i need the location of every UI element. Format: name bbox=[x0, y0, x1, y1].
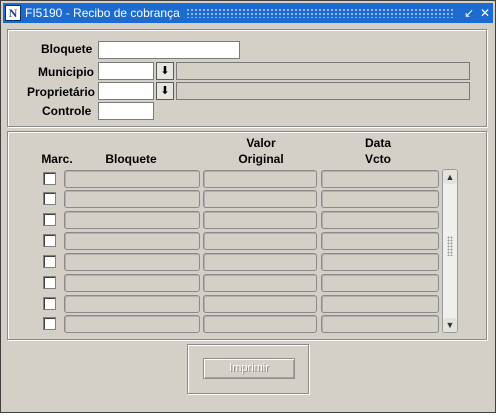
bloquete-input[interactable] bbox=[98, 41, 240, 59]
table-row bbox=[1, 253, 439, 271]
municipio-lov-icon[interactable]: ⬇ bbox=[156, 62, 174, 80]
table-row bbox=[1, 232, 439, 250]
marc-checkbox[interactable] bbox=[43, 234, 56, 247]
proprietario-label: Proprietário bbox=[27, 85, 96, 99]
proprietario-input[interactable] bbox=[98, 82, 154, 100]
column-header-valor-line2: Original bbox=[238, 152, 284, 166]
table-row bbox=[1, 315, 439, 333]
marc-checkbox[interactable] bbox=[43, 255, 56, 268]
data-vcto-cell[interactable] bbox=[321, 253, 439, 271]
valor-original-cell[interactable] bbox=[203, 232, 317, 250]
valor-original-cell[interactable] bbox=[203, 315, 317, 333]
proprietario-lov-icon[interactable]: ⬇ bbox=[156, 82, 174, 100]
valor-original-cell[interactable] bbox=[203, 295, 317, 313]
municipio-input[interactable] bbox=[98, 62, 154, 80]
valor-original-cell[interactable] bbox=[203, 211, 317, 229]
marc-checkbox[interactable] bbox=[43, 192, 56, 205]
window-title: FI5190 - Recibo de cobrança bbox=[25, 6, 180, 20]
column-header-data: Data Vcto bbox=[319, 135, 437, 167]
data-vcto-cell[interactable] bbox=[321, 190, 439, 208]
bloquete-cell[interactable] bbox=[64, 190, 200, 208]
scroll-down-icon[interactable]: ▼ bbox=[443, 318, 457, 332]
table-row bbox=[1, 295, 439, 313]
valor-original-cell[interactable] bbox=[203, 170, 317, 188]
minimize-icon[interactable]: ↙ bbox=[461, 4, 477, 22]
controle-input[interactable] bbox=[98, 102, 154, 120]
title-bar-pattern bbox=[185, 8, 455, 18]
bloquete-cell[interactable] bbox=[64, 232, 200, 250]
bloquete-cell[interactable] bbox=[64, 253, 200, 271]
data-vcto-cell[interactable] bbox=[321, 211, 439, 229]
bloquete-label: Bloquete bbox=[41, 42, 93, 56]
column-header-bloquete: Bloquete bbox=[105, 152, 157, 166]
marc-checkbox[interactable] bbox=[43, 297, 56, 310]
column-header-valor: Valor Original bbox=[203, 135, 319, 167]
data-vcto-cell[interactable] bbox=[321, 170, 439, 188]
municipio-label: Municipio bbox=[38, 65, 94, 79]
main-window: N FI5190 - Recibo de cobrança ↙ ✕ Bloque… bbox=[0, 0, 496, 413]
table-row bbox=[1, 170, 439, 188]
proprietario-description bbox=[176, 82, 470, 100]
marc-checkbox[interactable] bbox=[43, 317, 56, 330]
valor-original-cell[interactable] bbox=[203, 274, 317, 292]
app-icon: N bbox=[5, 5, 21, 21]
bloquete-cell[interactable] bbox=[64, 170, 200, 188]
data-vcto-cell[interactable] bbox=[321, 232, 439, 250]
controle-label: Controle bbox=[42, 104, 92, 118]
scrollbar-grip[interactable] bbox=[447, 236, 453, 256]
marc-checkbox[interactable] bbox=[43, 172, 56, 185]
close-icon[interactable]: ✕ bbox=[477, 4, 493, 22]
column-header-data-line1: Data bbox=[364, 136, 391, 150]
data-vcto-cell[interactable] bbox=[321, 274, 439, 292]
table-row bbox=[1, 211, 439, 229]
valor-original-cell[interactable] bbox=[203, 190, 317, 208]
title-bar[interactable]: N FI5190 - Recibo de cobrança ↙ ✕ bbox=[3, 3, 493, 23]
bloquete-cell[interactable] bbox=[64, 211, 200, 229]
data-vcto-cell[interactable] bbox=[321, 295, 439, 313]
data-vcto-cell[interactable] bbox=[321, 315, 439, 333]
grid-scrollbar[interactable]: ▲ ▼ bbox=[442, 169, 458, 333]
column-header-valor-line1: Valor bbox=[246, 136, 276, 150]
bloquete-cell[interactable] bbox=[64, 274, 200, 292]
table-row bbox=[1, 190, 439, 208]
bloquete-cell[interactable] bbox=[64, 315, 200, 333]
scroll-up-icon[interactable]: ▲ bbox=[443, 170, 457, 184]
valor-original-cell[interactable] bbox=[203, 253, 317, 271]
marc-checkbox[interactable] bbox=[43, 276, 56, 289]
table-row bbox=[1, 274, 439, 292]
municipio-description bbox=[176, 62, 470, 80]
bloquete-cell[interactable] bbox=[64, 295, 200, 313]
marc-checkbox[interactable] bbox=[43, 213, 56, 226]
imprimir-button[interactable]: Imprimir bbox=[203, 358, 295, 379]
column-header-data-line2: Vcto bbox=[364, 152, 391, 166]
